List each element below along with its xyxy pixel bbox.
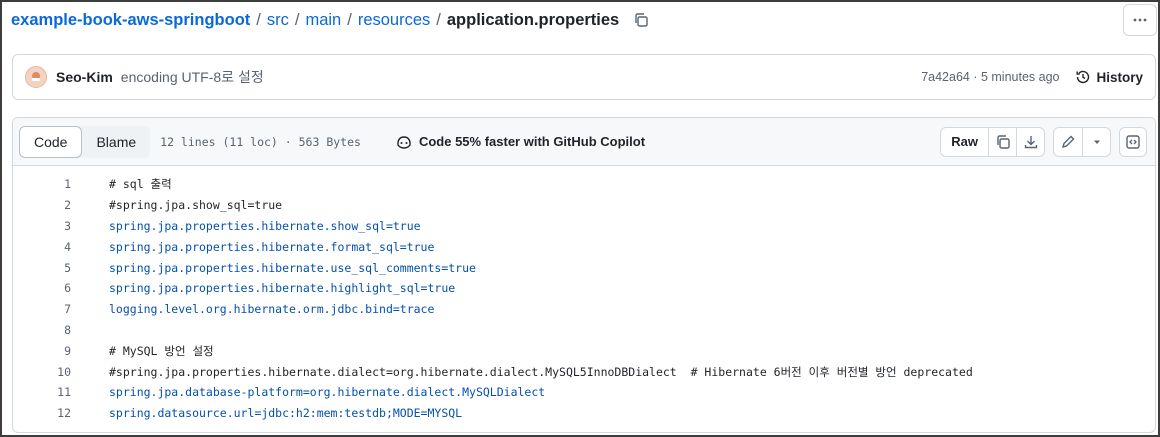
breadcrumb-repo-link[interactable]: example-book-aws-springboot <box>11 11 250 30</box>
code-line: 3 spring.jpa.properties.hibernate.show_sq… <box>13 216 1155 237</box>
code-line: 1 # sql 출력 <box>13 174 1155 195</box>
avatar[interactable] <box>25 66 47 88</box>
line-number[interactable]: 10 <box>13 365 71 379</box>
line-number[interactable]: 6 <box>13 281 71 295</box>
file-actions: Raw <box>940 126 1147 157</box>
raw-button[interactable]: Raw <box>941 128 988 156</box>
breadcrumb-main-link[interactable]: main <box>305 11 341 30</box>
breadcrumb-separator: / <box>347 10 352 29</box>
edit-file-button[interactable] <box>1054 128 1082 156</box>
tab-code[interactable]: Code <box>19 125 83 158</box>
breadcrumb: example-book-aws-springboot / src / main… <box>11 7 651 33</box>
latest-commit-box: Seo-Kim encoding UTF-8로 설정 7a42a64 · 5 m… <box>12 54 1156 100</box>
line-text: spring.jpa.properties.hibernate.show_sql… <box>109 218 421 233</box>
raw-copy-download-group: Raw <box>940 126 1045 157</box>
breadcrumb-separator: / <box>436 10 441 29</box>
more-options-button[interactable] <box>1123 4 1157 36</box>
code-square-icon <box>1126 134 1140 149</box>
line-number[interactable]: 9 <box>13 344 71 358</box>
copilot-promo-link[interactable]: Code 55% faster with GitHub Copilot <box>395 134 645 150</box>
line-text: logging.level.org.hibernate.orm.jdbc.bin… <box>109 302 435 317</box>
pencil-icon <box>1061 135 1075 148</box>
view-mode-toggle: Code Blame <box>19 125 151 158</box>
line-number[interactable]: 7 <box>13 302 71 316</box>
triangle-down-icon <box>1093 140 1100 144</box>
window-frame: example-book-aws-springboot / src / main… <box>0 0 1160 437</box>
breadcrumb-separator: / <box>256 10 261 29</box>
file-viewer: Code Blame 12 lines (11 loc) · 563 Bytes… <box>12 117 1156 433</box>
file-info: 12 lines (11 loc) · 563 Bytes <box>160 134 361 149</box>
tab-blame[interactable]: Blame <box>82 126 150 158</box>
copy-raw-button[interactable] <box>988 127 1016 156</box>
breadcrumb-separator: / <box>294 10 300 29</box>
line-text: #spring.jpa.properties.hibernate.dialect… <box>109 364 973 379</box>
commit-message-link[interactable]: encoding UTF-8로 설정 <box>121 67 264 87</box>
line-text: #spring.jpa.show_sql=true <box>109 198 283 213</box>
file-header: Code Blame 12 lines (11 loc) · 563 Bytes… <box>13 118 1155 166</box>
line-number[interactable]: 2 <box>13 198 71 212</box>
symbols-panel-button[interactable] <box>1119 126 1147 157</box>
breadcrumb-src-link[interactable]: src <box>267 11 289 30</box>
code-line: 2 #spring.jpa.show_sql=true <box>13 195 1155 216</box>
history-label: History <box>1096 69 1143 85</box>
code-line: 6 spring.jpa.properties.hibernate.highlig… <box>13 278 1155 299</box>
copy-path-icon[interactable] <box>631 10 651 30</box>
line-text: # MySQL 방언 설정 <box>109 343 214 358</box>
breadcrumb-file-name: application.properties <box>446 10 620 29</box>
copy-icon <box>996 134 1010 149</box>
commit-author-link[interactable]: Seo-Kim <box>56 69 113 85</box>
code-line: 10 #spring.jpa.properties.hibernate.diale… <box>13 361 1155 382</box>
line-number[interactable]: 11 <box>13 385 71 399</box>
line-number[interactable]: 12 <box>13 406 71 420</box>
code-view: 1 # sql 출력 2 #spring.jpa.show_sql=true 3 sp… <box>13 166 1155 424</box>
line-number[interactable]: 5 <box>13 261 71 275</box>
line-number[interactable]: 4 <box>13 240 71 254</box>
code-line: 7 logging.level.org.hibernate.orm.jdbc.bi… <box>13 299 1155 320</box>
edit-dropdown-button[interactable] <box>1082 127 1110 156</box>
line-text: # sql 출력 <box>109 177 172 192</box>
line-number[interactable]: 8 <box>13 323 71 337</box>
code-line: 11 spring.jpa.database-platform=org.hiber… <box>13 382 1155 403</box>
code-line: 8 <box>13 320 1155 341</box>
code-line: 12 spring.datasource.url=jdbc:h2:mem:test… <box>13 403 1155 424</box>
edit-group <box>1053 126 1111 157</box>
download-icon <box>1024 135 1037 148</box>
line-text: spring.jpa.properties.hibernate.highligh… <box>109 281 456 296</box>
download-raw-button[interactable] <box>1016 127 1044 156</box>
line-number[interactable]: 3 <box>13 219 71 233</box>
history-icon <box>1076 70 1090 84</box>
line-text: spring.jpa.properties.hibernate.format_s… <box>109 239 435 254</box>
line-number[interactable]: 1 <box>13 177 71 191</box>
commit-meta-group: 7a42a64 · 5 minutes ago History <box>921 69 1143 85</box>
line-text: spring.datasource.url=jdbc:h2:mem:testdb… <box>109 406 463 421</box>
code-line: 4 spring.jpa.properties.hibernate.format_… <box>13 236 1155 257</box>
copilot-icon <box>397 135 411 149</box>
line-text: spring.jpa.properties.hibernate.use_sql_… <box>109 260 476 275</box>
history-button[interactable]: History <box>1075 69 1143 85</box>
code-line: 5 spring.jpa.properties.hibernate.use_sql… <box>13 257 1155 278</box>
copilot-promo-text: Code 55% faster with GitHub Copilot <box>418 134 646 149</box>
kebab-horizontal-icon <box>1133 18 1147 22</box>
code-line: 9 # MySQL 방언 설정 <box>13 340 1155 361</box>
commit-sha-time[interactable]: 7a42a64 · 5 minutes ago <box>921 70 1059 84</box>
line-text: spring.jpa.database-platform=org.hiberna… <box>109 385 546 400</box>
breadcrumb-resources-link[interactable]: resources <box>358 11 430 30</box>
